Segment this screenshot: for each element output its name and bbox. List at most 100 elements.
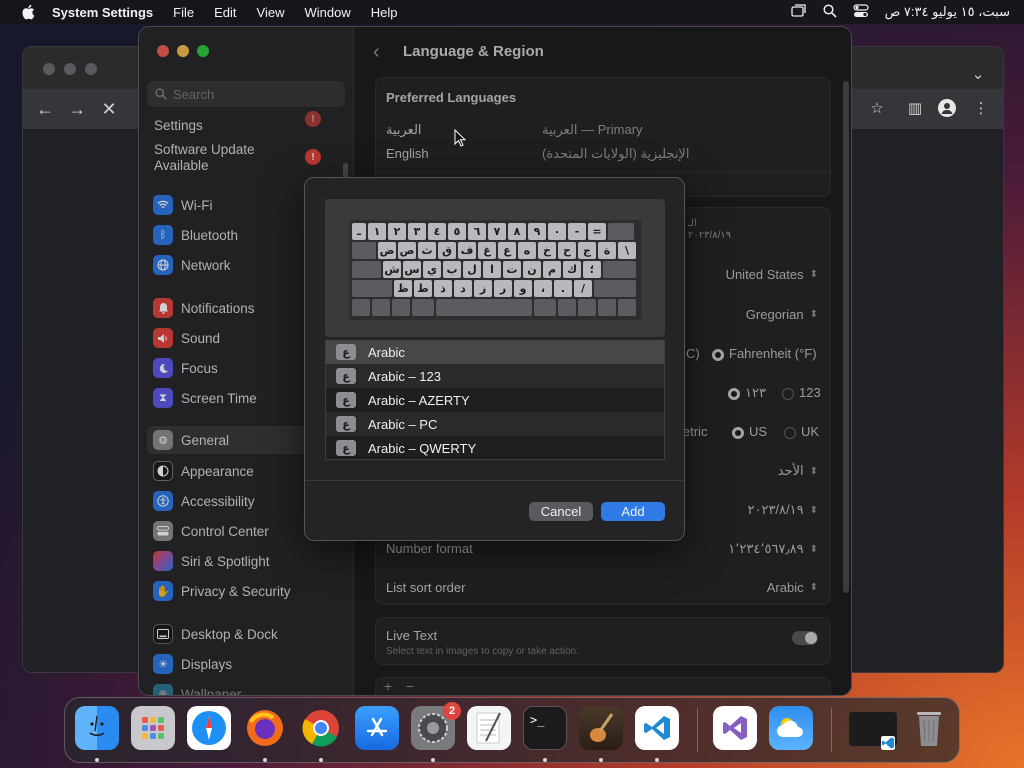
menu-help[interactable]: Help (361, 5, 408, 20)
add-button[interactable]: Add (601, 502, 665, 521)
add-plus-icon[interactable]: + (384, 678, 392, 694)
window-switcher-icon[interactable] (790, 3, 807, 21)
browser-stop-icon[interactable]: ✕ (99, 99, 119, 119)
list-item-arabic[interactable]: ع Arabic (326, 340, 664, 364)
keyboard-key: ن (523, 261, 541, 278)
numbers-arabic-radio[interactable]: ١٢٣ (728, 385, 766, 401)
measurement-us-label: US (749, 424, 768, 439)
search-input[interactable] (173, 86, 333, 102)
minimized-window-thumbnail[interactable] (849, 712, 897, 750)
safari-icon[interactable] (187, 706, 231, 750)
browser-forward-icon[interactable]: → (67, 99, 87, 119)
list-item-label: Arabic – AZERTY (368, 392, 470, 408)
sidebar-item-label: Accessibility (181, 493, 255, 509)
menu-edit[interactable]: Edit (204, 5, 246, 20)
keyboard-key: ب (443, 261, 461, 278)
radio-selected-icon (728, 387, 740, 400)
minimize-window-button[interactable] (177, 45, 189, 57)
spotlight-search-icon[interactable] (823, 3, 837, 21)
menu-window[interactable]: Window (294, 5, 360, 20)
language-detail-english: الإنجليزية (الولايات المتحدة) (542, 146, 690, 161)
trash-icon[interactable] (907, 706, 951, 750)
browser-tab-menu-chevron-icon[interactable]: ⌄ (968, 65, 988, 85)
launchpad-icon[interactable] (131, 706, 175, 750)
list-sort-popup[interactable]: Arabic ⬍ (767, 580, 818, 595)
weather-icon[interactable] (769, 706, 813, 750)
numbers-western-radio[interactable]: 123 (782, 385, 821, 400)
browser-back-icon[interactable]: ← (35, 99, 55, 119)
bookmark-star-icon[interactable]: ☆ (867, 99, 887, 119)
sidebar-search-field[interactable] (147, 81, 345, 107)
side-panel-icon[interactable]: ▥ (905, 99, 925, 119)
back-chevron-icon[interactable]: ‹ (373, 41, 380, 64)
wallpaper-icon: ❋ (153, 684, 173, 695)
keyboard-tab-key (352, 242, 376, 259)
sidebar-settings-label[interactable]: Settings (154, 118, 203, 134)
control-center-menu-icon[interactable] (852, 3, 869, 21)
close-window-button[interactable] (157, 45, 169, 57)
measurement-us-radio[interactable]: US (732, 424, 767, 439)
sidebar-item-displays[interactable]: ☀ Displays (153, 650, 343, 678)
list-sort-label: List sort order (386, 580, 466, 595)
calendar-popup[interactable]: Gregorian ⬍ (746, 307, 818, 322)
profile-avatar-icon[interactable] (937, 99, 957, 119)
visual-studio-icon[interactable] (713, 706, 757, 750)
keyboard-option-key (392, 299, 410, 316)
live-text-toggle[interactable] (792, 631, 818, 645)
firefox-icon[interactable] (243, 706, 287, 750)
sidebar-item-label: General (181, 432, 230, 448)
control-center-icon (153, 521, 173, 541)
measurement-uk-radio[interactable]: UK (784, 424, 819, 439)
browser-more-icon[interactable]: ⋮ (971, 99, 991, 119)
sidebar-software-update[interactable]: Software Update Available (154, 142, 284, 174)
dock-icon (153, 624, 173, 644)
finder-icon[interactable] (75, 706, 119, 750)
menu-file[interactable]: File (163, 5, 204, 20)
sidebar-item-label: Siri & Spotlight (181, 553, 270, 569)
keyboard-key: ع (498, 242, 516, 259)
list-item-arabic-qwerty[interactable]: ع Arabic – QWERTY (326, 436, 664, 459)
notification-badge: 2 (443, 702, 461, 720)
language-name-english[interactable]: English (386, 146, 429, 161)
sidebar-item-wallpaper[interactable]: ❋ Wallpaper (153, 680, 343, 696)
keyboard-key: ك (563, 261, 581, 278)
textedit-icon[interactable] (467, 706, 511, 750)
remove-minus-icon[interactable]: − (406, 678, 414, 694)
apple-menu-icon[interactable] (18, 0, 38, 24)
numbers-arabic-label: ١٢٣ (745, 385, 766, 400)
date-format-popup[interactable]: ٢٠٢٣/٨/١٩ ⬍ (748, 502, 819, 518)
keyboard-key: س (403, 261, 421, 278)
list-item-arabic-123[interactable]: ع Arabic – 123 (326, 364, 664, 388)
list-item-arabic-azerty[interactable]: ع Arabic – AZERTY (326, 388, 664, 412)
vscode-icon[interactable] (635, 706, 679, 750)
keyboard-key: ت (503, 261, 521, 278)
cancel-button[interactable]: Cancel (529, 502, 593, 521)
main-scrollbar[interactable] (843, 81, 849, 593)
first-day-popup[interactable]: الأحد ⬍ (778, 463, 818, 479)
keyboard-key: ٧ (488, 223, 506, 240)
menu-clock[interactable]: سبت، ١٥ يوليو ٧:٣٤ ص (885, 4, 1010, 20)
keyboard-key: ٨ (508, 223, 526, 240)
terminal-icon[interactable]: >_ (523, 706, 567, 750)
number-format-popup[interactable]: ١٬٢٣٤٬٥٦٧٫٨٩ ⬍ (728, 541, 818, 557)
keyboard-key: د (454, 280, 472, 297)
menu-app-name[interactable]: System Settings (52, 5, 163, 20)
speaker-icon (153, 328, 173, 348)
sun-icon: ☀ (153, 654, 173, 674)
language-name-arabic[interactable]: العربية (386, 122, 422, 138)
keyboard-key: ف (458, 242, 476, 259)
sidebar-item-desktop-dock[interactable]: Desktop & Dock (153, 620, 343, 648)
zoom-window-button[interactable] (197, 45, 209, 57)
calendar-value: Gregorian (745, 307, 804, 322)
sidebar-item-siri-spotlight[interactable]: Siri & Spotlight (153, 547, 343, 575)
list-item-arabic-pc[interactable]: ع Arabic – PC (326, 412, 664, 436)
temperature-fahrenheit-radio[interactable]: Fahrenheit (°F) (712, 346, 817, 361)
guitar-icon[interactable] (579, 706, 623, 750)
arabic-input-icon: ع (336, 344, 356, 360)
chrome-icon[interactable] (299, 706, 343, 750)
menu-view[interactable]: View (247, 5, 295, 20)
region-popup[interactable]: United States ⬍ (726, 267, 818, 282)
sidebar-item-label: Wallpaper (181, 686, 242, 696)
app-store-icon[interactable] (355, 706, 399, 750)
sidebar-item-privacy-security[interactable]: ✋ Privacy & Security (153, 577, 343, 605)
